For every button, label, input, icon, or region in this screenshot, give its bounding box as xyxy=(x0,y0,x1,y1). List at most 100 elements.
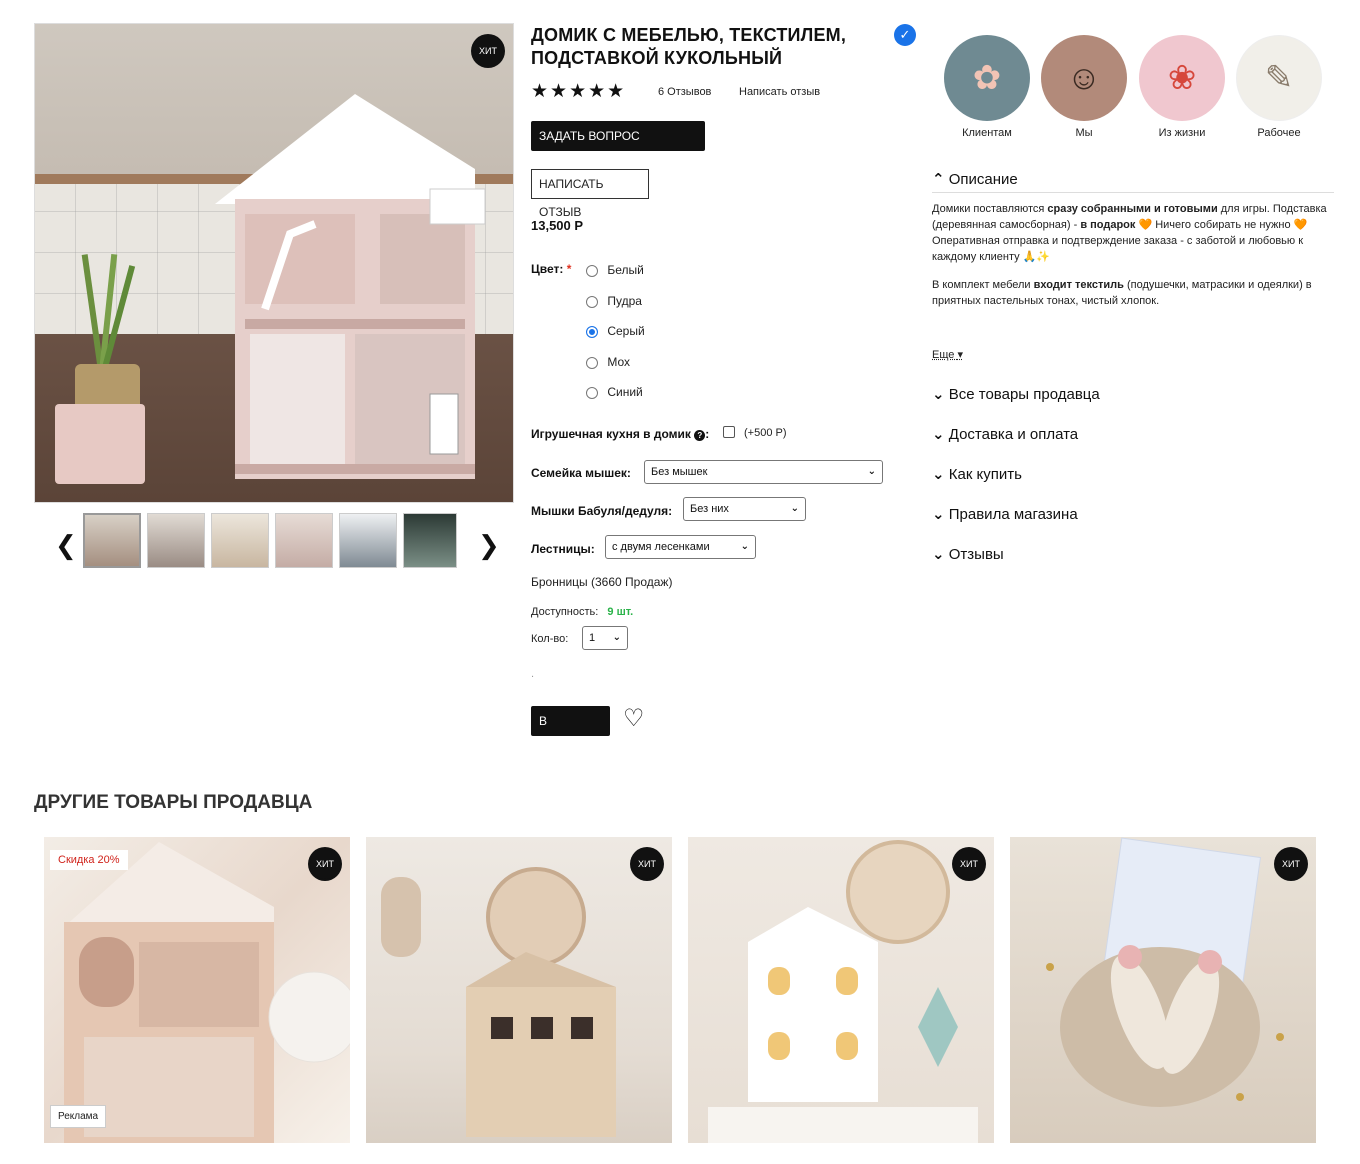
gallery-thumbnail[interactable] xyxy=(275,513,333,568)
accordion-delivery[interactable]: ⌄ Доставка и оплата xyxy=(932,425,1078,443)
write-review-link[interactable]: Написать отзыв xyxy=(739,86,820,98)
chevron-down-icon: ⌄ xyxy=(932,466,945,483)
kitchen-label: Игрушечная кухня в домик xyxy=(531,427,691,441)
photo-doll-bed xyxy=(55,404,145,484)
story-work-avatar[interactable]: ✎ xyxy=(1236,35,1322,121)
card-2-dollhouse-illustration xyxy=(381,867,616,1137)
product-price: 13,500 Р xyxy=(531,218,584,233)
story-work-label[interactable]: Рабочее xyxy=(1229,127,1329,139)
hit-badge: ХИТ xyxy=(310,849,340,879)
story-icon: ✎ xyxy=(1264,59,1294,97)
product-card[interactable]: ХИТ xyxy=(366,837,672,1143)
desc-text: Домики поставляются xyxy=(932,203,1048,215)
desc-text: В комплект мебели xyxy=(932,279,1034,291)
color-option-powder[interactable]: Пудра xyxy=(586,294,642,308)
gallery-thumbnail[interactable] xyxy=(211,513,269,568)
mice-family-select[interactable]: Без мышек ⌄ xyxy=(644,460,883,484)
caret-down-icon: ▾ xyxy=(957,349,963,361)
radio-button[interactable] xyxy=(586,264,598,277)
accordion-title: Правила магазина xyxy=(948,506,1078,523)
accordion-reviews[interactable]: ⌄ Отзывы xyxy=(932,545,1004,563)
product-card[interactable]: Скидка 20% ХИТ Реклама xyxy=(44,837,350,1143)
gallery-thumbnail[interactable] xyxy=(147,513,205,568)
color-option-label: Серый xyxy=(607,324,645,338)
story-life-avatar[interactable]: ❀ xyxy=(1139,35,1225,121)
chevron-down-icon: ⌄ xyxy=(867,466,876,477)
product-title: ДОМИК С МЕБЕЛЬЮ, ТЕКСТИЛЕМ, ПОДСТАВКОЙ К… xyxy=(531,25,847,68)
color-option-white[interactable]: Белый xyxy=(586,263,644,277)
color-label-text: Цвет: xyxy=(531,262,564,276)
gallery-thumbnail[interactable] xyxy=(83,513,141,568)
grandparents-select[interactable]: Без них ⌄ xyxy=(683,497,806,521)
seller-location-link[interactable]: Бронницы (3660 Продаж) xyxy=(531,575,672,589)
chevron-up-icon: ⌃ xyxy=(932,171,945,188)
hit-badge: ХИТ xyxy=(473,36,503,66)
stairs-select[interactable]: с двумя лесенками ⌄ xyxy=(605,535,756,559)
color-option-gray[interactable]: Серый xyxy=(586,324,645,338)
qty-label: Кол-во: xyxy=(531,633,569,645)
radio-button[interactable] xyxy=(586,386,598,399)
photo-plant xyxy=(60,254,145,424)
main-product-photo[interactable]: ХИТ xyxy=(34,23,514,503)
story-life-label[interactable]: Из жизни xyxy=(1132,127,1232,139)
color-label: Цвет: * xyxy=(531,262,571,276)
card-1-dollhouse-illustration xyxy=(64,842,350,1143)
story-clients-avatar[interactable]: ✿ xyxy=(944,35,1030,121)
chevron-down-icon: ⌄ xyxy=(740,541,749,552)
gallery-thumbnail[interactable] xyxy=(403,513,457,568)
select-value: с двумя лесенками xyxy=(612,541,710,553)
wishlist-heart-icon[interactable]: ♡ xyxy=(623,704,645,733)
hit-badge: ХИТ xyxy=(632,849,662,879)
ad-badge: Реклама xyxy=(50,1105,107,1128)
select-value: 1 xyxy=(589,632,596,644)
availability-value: 9 шт. xyxy=(607,606,634,618)
product-card[interactable]: ХИТ xyxy=(1010,837,1316,1143)
kitchen-option: Игрушечная кухня в домик ?: xyxy=(531,427,710,441)
chevron-down-icon: ⌄ xyxy=(932,506,945,523)
accordion-title: Описание xyxy=(948,171,1018,188)
color-option-label: Мох xyxy=(607,355,631,369)
availability: Доступность: 9 шт. xyxy=(531,606,633,618)
gallery-thumbnail[interactable] xyxy=(339,513,397,568)
ask-seller-button[interactable]: ЗАДАТЬ ВОПРОС ПРОДАВЦУ xyxy=(531,121,705,173)
chevron-down-icon: ⌄ xyxy=(932,386,945,403)
product-card[interactable]: ХИТ xyxy=(688,837,994,1143)
write-review-button[interactable]: НАПИСАТЬ ОТЗЫВ xyxy=(531,169,649,219)
color-option-label: Пудра xyxy=(607,294,642,308)
accordion-description-header[interactable]: ⌃ Описание xyxy=(932,170,1334,193)
accordion-seller-products[interactable]: ⌄ Все товары продавца xyxy=(932,385,1100,403)
card-3-dollhouse-illustration xyxy=(708,840,978,1143)
color-option-moss[interactable]: Мох xyxy=(586,355,630,369)
hit-badge: ХИТ xyxy=(954,849,984,879)
verified-seller-icon: ✓ xyxy=(894,24,916,46)
gallery-next-arrow[interactable]: ❯ xyxy=(478,530,500,561)
story-clients-label[interactable]: Клиентам xyxy=(937,127,1037,139)
accordion-title: Как купить xyxy=(948,466,1022,483)
desc-bold: в подарок xyxy=(1080,219,1136,231)
radio-button[interactable] xyxy=(586,356,598,369)
description-more-link[interactable]: Еще ▾ xyxy=(932,348,963,361)
accordion-store-rules[interactable]: ⌄ Правила магазина xyxy=(932,505,1078,523)
reviews-count-link[interactable]: 6 Отзывов xyxy=(658,86,711,98)
description-paragraph-2: В комплект мебели входит текстиль (подуш… xyxy=(932,277,1334,309)
kitchen-checkbox[interactable] xyxy=(723,426,735,438)
add-to-cart-button[interactable]: В КОРЗИНУ xyxy=(531,706,610,758)
story-icon: ☺ xyxy=(1066,58,1102,97)
accordion-title: Отзывы xyxy=(948,546,1004,563)
qty-select[interactable]: 1 ⌄ xyxy=(582,626,628,650)
select-value: Без них xyxy=(690,503,729,515)
color-option-label: Синий xyxy=(607,385,643,399)
accordion-how-to-buy[interactable]: ⌄ Как купить xyxy=(932,465,1022,483)
separator-dot: . xyxy=(531,668,535,680)
gallery-prev-arrow[interactable]: ❮ xyxy=(55,530,77,561)
story-us-avatar[interactable]: ☺ xyxy=(1041,35,1127,121)
discount-badge: Скидка 20% xyxy=(50,850,128,870)
color-option-blue[interactable]: Синий xyxy=(586,385,643,399)
radio-button-selected[interactable] xyxy=(586,325,598,338)
story-icon: ✿ xyxy=(972,59,1002,97)
chevron-down-icon: ⌄ xyxy=(932,546,945,563)
chevron-down-icon: ⌄ xyxy=(932,426,945,443)
help-icon[interactable]: ? xyxy=(694,430,706,441)
radio-button[interactable] xyxy=(586,295,598,308)
story-us-label[interactable]: Мы xyxy=(1034,127,1134,139)
